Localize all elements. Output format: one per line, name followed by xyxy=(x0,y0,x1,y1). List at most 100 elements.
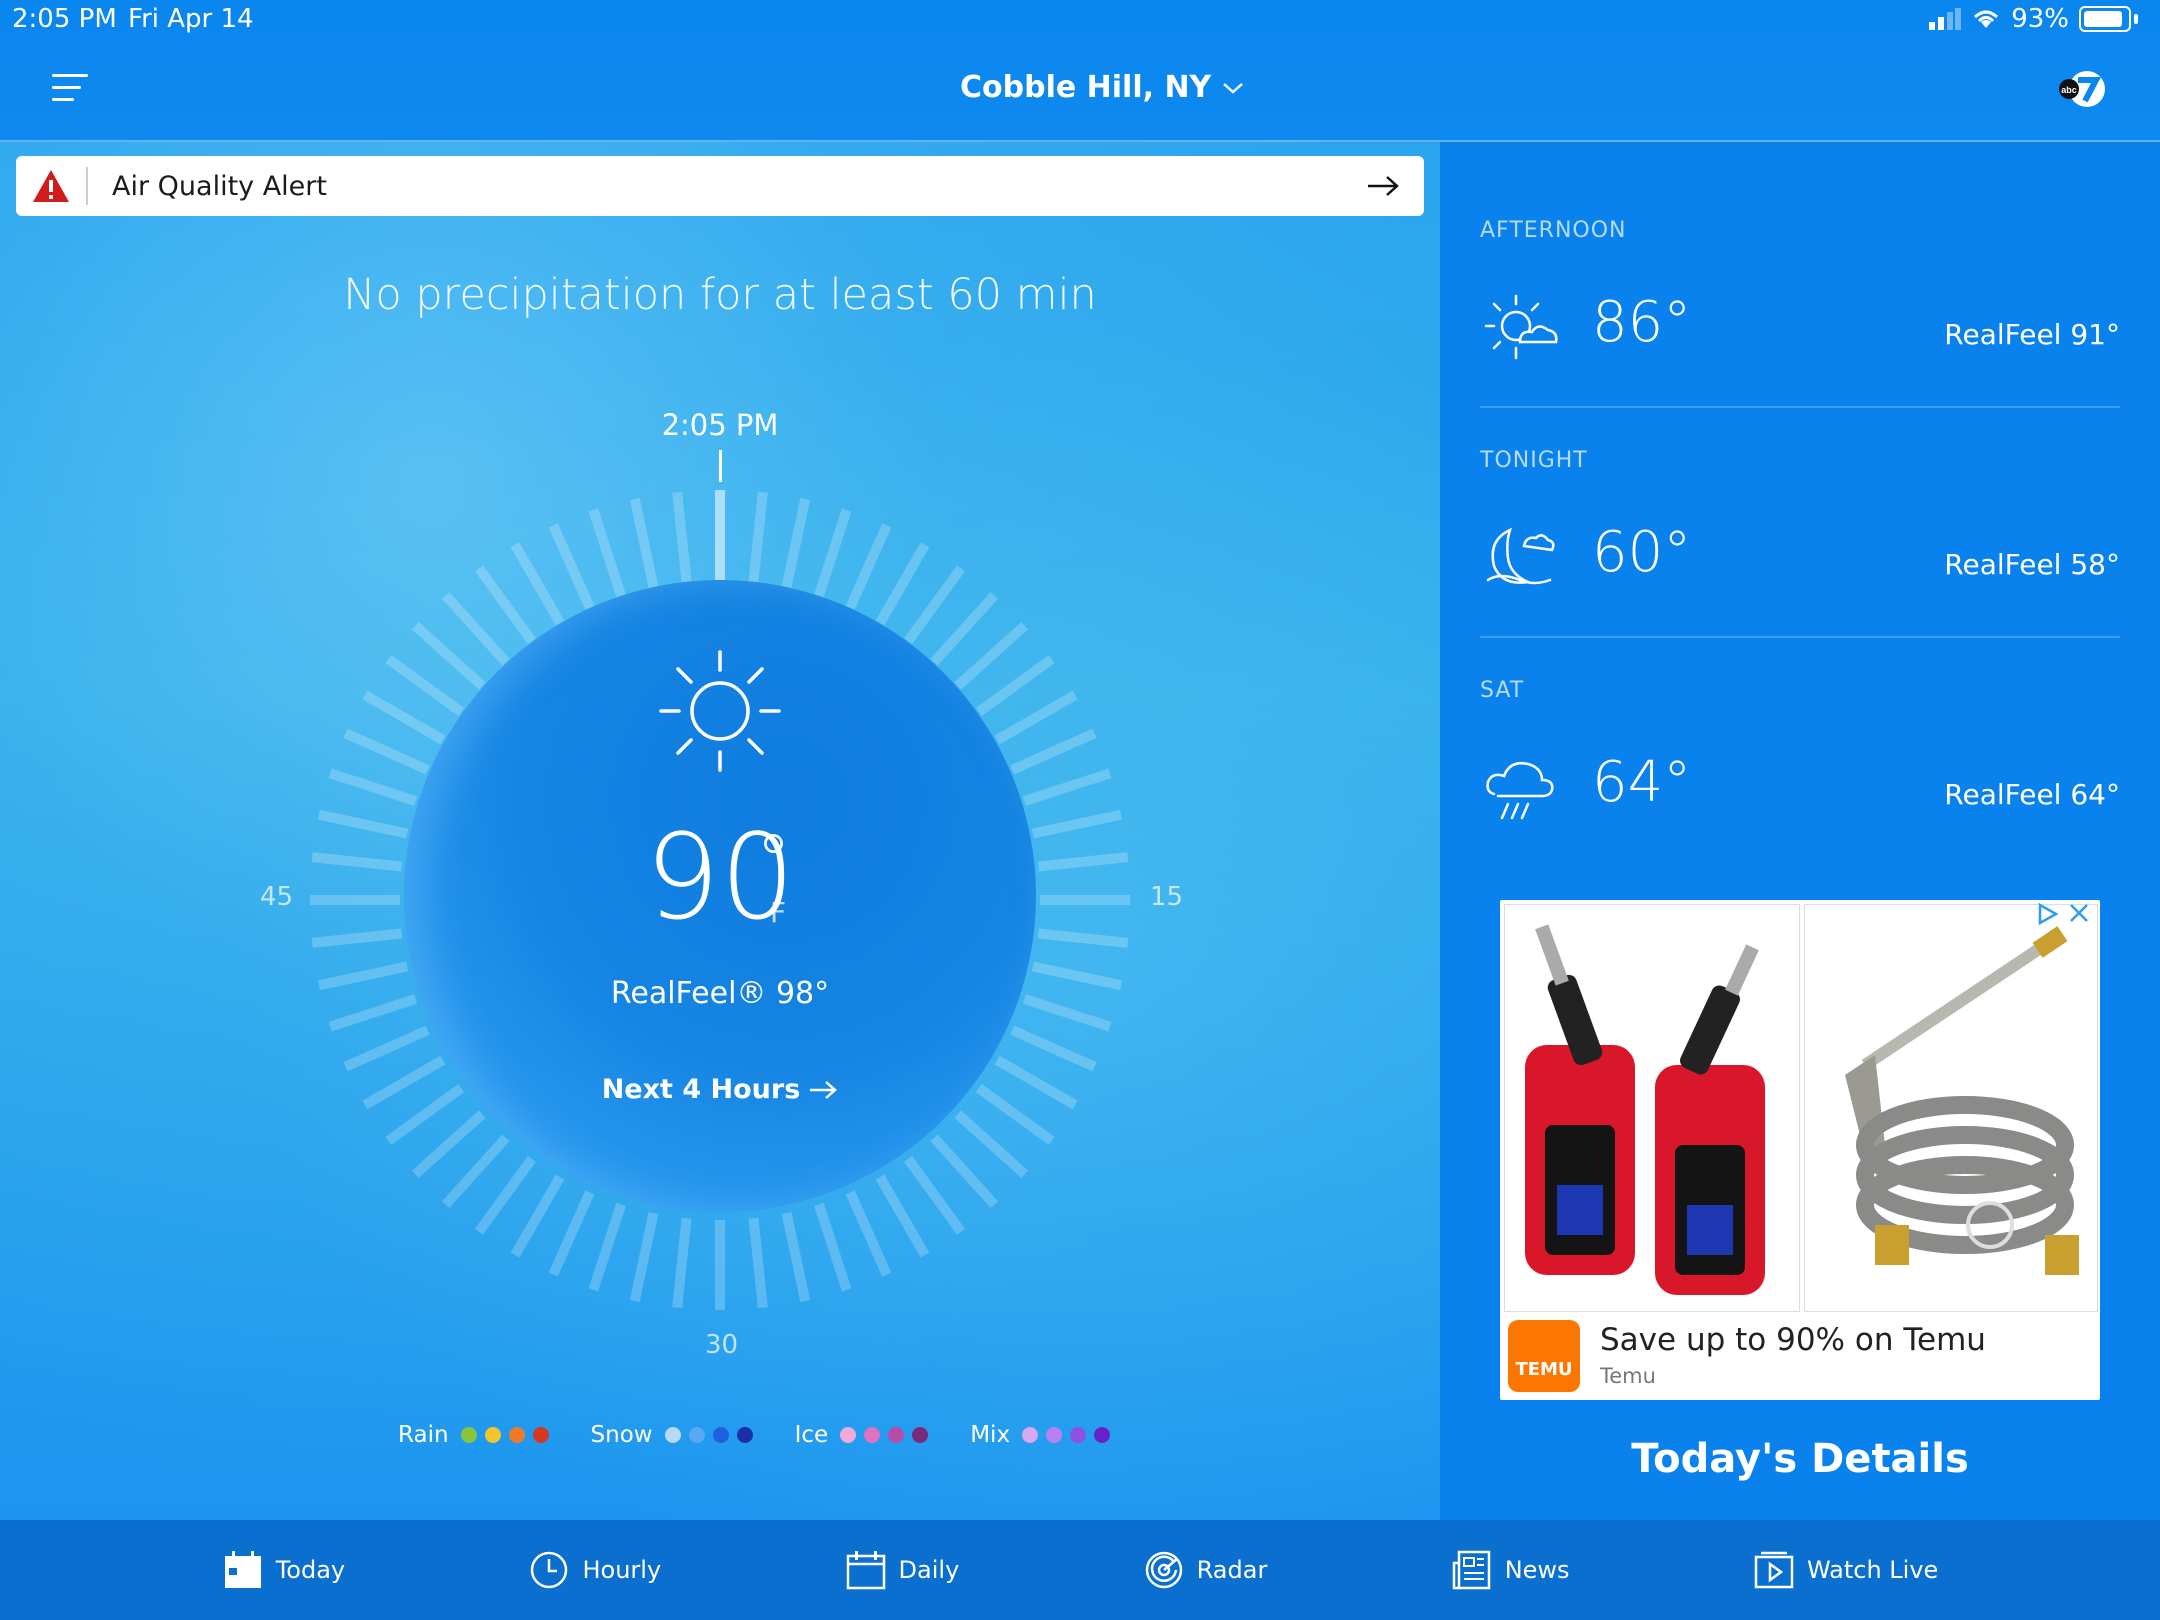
play-video-icon xyxy=(1754,1551,1794,1589)
dial-tick xyxy=(343,728,430,775)
battery-icon xyxy=(2079,6,2131,32)
forecast-realfeel-afternoon: RealFeel 91° xyxy=(1944,318,2120,351)
ad-brand[interactable]: Temu xyxy=(1600,1364,1656,1388)
rain-cloud-icon xyxy=(1486,762,1554,820)
forecast-realfeel-tonight: RealFeel 58° xyxy=(1944,548,2120,581)
temperature-unit: F xyxy=(770,896,787,929)
legend-color-dot xyxy=(1094,1427,1111,1443)
precipitation-summary: No precipitation for at least 60 min xyxy=(343,270,1097,320)
dial-tick xyxy=(875,542,930,626)
location-selector[interactable]: Cobble Hill, NY xyxy=(960,70,1245,105)
legend-color-dot xyxy=(532,1427,549,1443)
tab-daily[interactable]: Daily xyxy=(845,1549,960,1591)
tab-hourly-label: Hourly xyxy=(582,1556,662,1584)
dial-tick xyxy=(875,1174,930,1258)
temu-logo-icon[interactable]: TEMU xyxy=(1508,1320,1580,1392)
legend-group-ice: Ice xyxy=(795,1422,937,1448)
dial-tick xyxy=(904,565,966,645)
cellular-signal-icon xyxy=(1929,8,1962,30)
calendar-icon xyxy=(846,1551,885,1590)
dial-tick xyxy=(311,928,403,948)
legend-color-dot xyxy=(1070,1427,1087,1443)
dial-tick xyxy=(994,1055,1078,1110)
legend-color-dot xyxy=(712,1427,729,1443)
dial-tick xyxy=(814,508,852,598)
legend-color-dot xyxy=(912,1427,929,1443)
air-quality-alert-banner[interactable]: Air Quality Alert xyxy=(16,156,1424,216)
legend-color-dot xyxy=(864,1427,881,1443)
dial-tick xyxy=(975,654,1055,716)
legend-color-dot xyxy=(1022,1427,1039,1443)
forecast-temp-sat: 64° xyxy=(1592,750,1692,815)
next-4-hours-link[interactable]: Next 4 Hours xyxy=(560,1074,880,1105)
warning-icon xyxy=(33,170,69,202)
minutecast-time: 2:05 PM xyxy=(661,408,779,442)
tab-radar-label: Radar xyxy=(1196,1556,1268,1584)
calendar-today-icon xyxy=(224,1551,261,1588)
forecast-label-sat: SAT xyxy=(1480,678,1525,703)
forecast-realfeel-sat: RealFeel 64° xyxy=(1944,778,2120,811)
battery-percent: 93% xyxy=(2011,4,2069,34)
legend-color-dot xyxy=(888,1427,905,1443)
forecast-divider xyxy=(1480,636,2120,638)
dial-label-30: 30 xyxy=(705,1330,739,1360)
tab-hourly[interactable]: Hourly xyxy=(528,1549,661,1591)
ad-image-garden-hose[interactable] xyxy=(1804,904,2098,1312)
legend-color-dot xyxy=(736,1427,753,1443)
close-icon[interactable] xyxy=(2068,902,2090,924)
dial-tick xyxy=(748,491,768,583)
tab-radar[interactable]: Radar xyxy=(1143,1549,1268,1591)
dial-tick xyxy=(1037,928,1129,948)
ad-title[interactable]: Save up to 90% on Temu xyxy=(1600,1322,1986,1358)
dial-tick xyxy=(328,994,418,1032)
dial-tick xyxy=(672,1217,692,1309)
tab-today[interactable]: Today xyxy=(222,1549,345,1591)
next-hours-label: Next 4 Hours xyxy=(601,1074,801,1105)
wifi-icon xyxy=(1974,10,1999,28)
ad-image-wireless-system[interactable] xyxy=(1504,904,1800,1312)
dial-tick xyxy=(629,1211,659,1303)
legend-color-dot xyxy=(484,1427,501,1443)
forecast-temp-afternoon: 86° xyxy=(1592,290,1692,355)
ad-product-illustration xyxy=(1845,926,2079,1275)
dial-tick xyxy=(474,565,536,645)
dial-tick xyxy=(362,690,446,745)
ad-choices-icon[interactable] xyxy=(2036,902,2060,926)
menu-button[interactable] xyxy=(52,74,88,104)
chevron-down-icon xyxy=(1223,82,1244,94)
dial-tick xyxy=(411,1110,486,1179)
dial-tick xyxy=(930,591,999,666)
clock-icon xyxy=(531,1551,568,1589)
status-date: Fri Apr 14 xyxy=(128,4,254,34)
tab-watch-live-label: Watch Live xyxy=(1806,1556,1939,1584)
ad-choices[interactable] xyxy=(2036,902,2090,926)
dial-tick xyxy=(343,1025,430,1072)
dial-tick xyxy=(954,1110,1029,1179)
advertisement[interactable]: TEMU Save up to 90% on Temu Temu xyxy=(1500,900,2100,1400)
tab-watch-live[interactable]: Watch Live xyxy=(1753,1549,1938,1591)
dial-tick xyxy=(317,809,409,839)
partly-sunny-icon xyxy=(1484,294,1558,360)
dial-tick xyxy=(1010,728,1097,775)
legend-color-dot xyxy=(460,1427,477,1443)
legend-group-rain: Rain xyxy=(398,1422,557,1448)
dial-tick xyxy=(441,591,510,666)
legend-group-mix: Mix xyxy=(970,1422,1118,1448)
tab-daily-label: Daily xyxy=(898,1556,960,1584)
bottom-navigation: Today Hourly Daily Radar News Watch Live xyxy=(0,1520,2160,1620)
dial-tick xyxy=(781,1211,811,1303)
abc7-logo-icon[interactable]: abc xyxy=(2058,68,2108,110)
dial-tick xyxy=(1022,768,1112,806)
dial-tick xyxy=(362,1055,446,1110)
dial-tick xyxy=(994,690,1078,745)
dial-tick xyxy=(904,1155,966,1235)
dial-tick xyxy=(411,621,486,690)
dial-tick xyxy=(845,523,892,610)
dial-tick xyxy=(1037,852,1129,872)
ad-product-illustration xyxy=(1525,924,1765,1295)
dial-tick xyxy=(629,497,659,589)
tab-news[interactable]: News xyxy=(1451,1549,1570,1591)
dial-label-15: 15 xyxy=(1150,882,1184,912)
todays-details-heading[interactable]: Today's Details xyxy=(1440,1436,2160,1482)
temperature-degree-symbol: ° xyxy=(756,820,791,902)
